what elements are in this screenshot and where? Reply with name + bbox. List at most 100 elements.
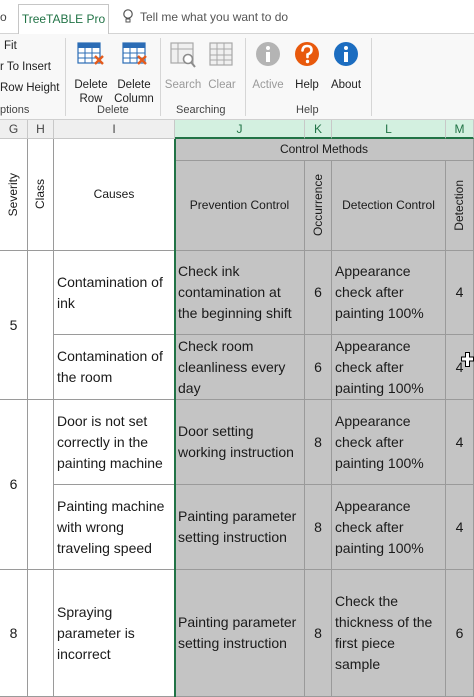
clear-table-icon — [209, 42, 233, 66]
control-methods-header[interactable]: Control Methods — [175, 139, 474, 161]
detection-cell[interactable]: 6 — [446, 570, 474, 697]
class-cell[interactable] — [28, 251, 54, 400]
detection-cell[interactable]: 4 — [446, 335, 474, 400]
cause-text: Contamination of the room — [57, 348, 163, 385]
detection-control-text: Appearance check after painting 100% — [335, 337, 424, 396]
column-header-l[interactable]: L — [332, 120, 446, 139]
detection-control-cell[interactable]: Check the thickness of the first piece s… — [332, 570, 446, 697]
about-button[interactable]: About — [327, 40, 365, 92]
tell-me-text: Tell me what you want to do — [140, 9, 289, 24]
severity-cell[interactable]: 8 — [0, 570, 28, 697]
ribbon-tab-bar: o TreeTABLE Pro Tell me what you want to… — [0, 0, 474, 35]
delete-column-button[interactable]: Delete Column — [112, 40, 156, 106]
ribbon-panel: Fit r To Insert Row Height ptions Delete… — [0, 34, 474, 120]
prevention-text: Check room cleanliness every day — [178, 337, 286, 396]
row-height-button[interactable]: Row Height — [0, 82, 59, 94]
cause-cell[interactable]: Door is not set correctly in the paintin… — [54, 400, 175, 485]
group-separator — [160, 38, 161, 116]
detection-cell[interactable]: 4 — [446, 485, 474, 570]
prevention-cell[interactable]: Painting parameter setting instruction — [175, 485, 305, 570]
tell-me-box[interactable]: Tell me what you want to do — [122, 9, 288, 24]
lightbulb-icon — [123, 9, 133, 23]
group-separator — [245, 38, 246, 116]
group-separator — [371, 38, 372, 116]
detection-control-cell[interactable]: Appearance check after painting 100% — [332, 400, 446, 485]
column-header-j[interactable]: J — [175, 120, 305, 139]
detection-control-header-text: Detection Control — [342, 198, 435, 212]
cause-text: Door is not set correctly in the paintin… — [57, 412, 163, 471]
prevention-control-header[interactable]: Prevention Control — [175, 161, 305, 251]
fit-button[interactable]: Fit — [4, 40, 17, 52]
prevention-text: Door setting working instruction — [178, 423, 294, 460]
delete-column-label-1: Delete — [117, 79, 151, 91]
prevention-cell[interactable]: Check room cleanliness every day — [175, 335, 305, 400]
delete-row-button[interactable]: Delete Row — [72, 40, 110, 106]
occurrence-cell[interactable]: 6 — [305, 335, 332, 400]
previous-tab-fragment[interactable]: o — [0, 10, 7, 24]
detection-control-text: Appearance check after painting 100% — [335, 263, 424, 321]
class-cell[interactable] — [28, 570, 54, 697]
occurrence-cell[interactable]: 6 — [305, 251, 332, 335]
clear-label: Clear — [208, 79, 236, 91]
column-header-m[interactable]: M — [446, 120, 474, 139]
delete-column-icon — [122, 42, 147, 65]
detection-header[interactable]: Detection — [446, 161, 474, 251]
info-disabled-icon — [256, 42, 280, 66]
column-header-h[interactable]: H — [28, 120, 54, 139]
occurrence-cell[interactable]: 8 — [305, 400, 332, 485]
severity-cell[interactable]: 6 — [0, 400, 28, 570]
prevention-text: Painting parameter setting instruction — [178, 508, 297, 545]
cause-text: Painting machine with wrong traveling sp… — [57, 497, 165, 556]
cause-cell[interactable]: Contamination of ink — [54, 251, 175, 335]
about-label: About — [330, 79, 362, 91]
prevention-text: Painting parameter setting instruction — [178, 614, 297, 651]
info-icon — [334, 42, 358, 66]
detection-cell[interactable]: 4 — [446, 400, 474, 485]
severity-cell[interactable]: 5 — [0, 251, 28, 400]
class-header-text: Class — [33, 179, 47, 210]
cause-text: Contamination of ink — [57, 273, 163, 311]
detection-control-header[interactable]: Detection Control — [332, 161, 446, 251]
search-table-icon — [170, 42, 196, 68]
class-cell[interactable] — [28, 400, 54, 570]
prevention-control-header-text: Prevention Control — [189, 198, 290, 212]
severity-header-text: Severity — [6, 172, 20, 217]
cause-cell[interactable]: Spraying parameter is incorrect — [54, 570, 175, 697]
detection-control-text: Appearance check after painting 100% — [335, 412, 424, 471]
help-group-label: Help — [296, 104, 319, 116]
cell-cursor-icon — [461, 352, 474, 367]
detection-header-text: Detection — [452, 180, 466, 231]
detection-control-cell[interactable]: Appearance check after painting 100% — [332, 485, 446, 570]
occurrence-cell[interactable]: 8 — [305, 485, 332, 570]
column-header-g[interactable]: G — [0, 120, 28, 139]
occurrence-cell[interactable]: 8 — [305, 570, 332, 697]
class-header[interactable]: Class — [28, 139, 54, 251]
help-label: Help — [295, 79, 319, 91]
active-button[interactable]: Active — [250, 40, 286, 92]
searching-group-label: Searching — [176, 104, 226, 116]
occurrence-header[interactable]: Occurrence — [305, 161, 332, 251]
occurrence-header-text: Occurrence — [310, 174, 325, 237]
options-group-label: ptions — [0, 104, 30, 116]
help-question-icon — [295, 42, 319, 66]
column-header-k[interactable]: K — [305, 120, 332, 139]
cause-cell[interactable]: Painting machine with wrong traveling sp… — [54, 485, 175, 570]
causes-header[interactable]: Causes — [54, 139, 175, 251]
prevention-text: Check ink contamination at the beginning… — [178, 263, 292, 321]
column-header-i[interactable]: I — [54, 120, 175, 139]
search-button[interactable]: Search — [164, 40, 202, 92]
detection-cell[interactable]: 4 — [446, 251, 474, 335]
help-button[interactable]: Help — [290, 40, 324, 92]
insert-button[interactable]: r To Insert — [0, 61, 51, 73]
detection-control-text: Appearance check after painting 100% — [335, 497, 424, 556]
prevention-cell[interactable]: Painting parameter setting instruction — [175, 570, 305, 697]
tab-treetable-pro[interactable]: TreeTABLE Pro — [18, 4, 109, 35]
prevention-cell[interactable]: Check ink contamination at the beginning… — [175, 251, 305, 335]
cause-cell[interactable]: Contamination of the room — [54, 335, 175, 400]
detection-control-cell[interactable]: Appearance check after painting 100% — [332, 335, 446, 400]
clear-button[interactable]: Clear — [204, 40, 240, 92]
search-label: Search — [164, 79, 202, 91]
prevention-cell[interactable]: Door setting working instruction — [175, 400, 305, 485]
detection-control-cell[interactable]: Appearance check after painting 100% — [332, 251, 446, 335]
severity-header[interactable]: Severity — [0, 139, 28, 251]
